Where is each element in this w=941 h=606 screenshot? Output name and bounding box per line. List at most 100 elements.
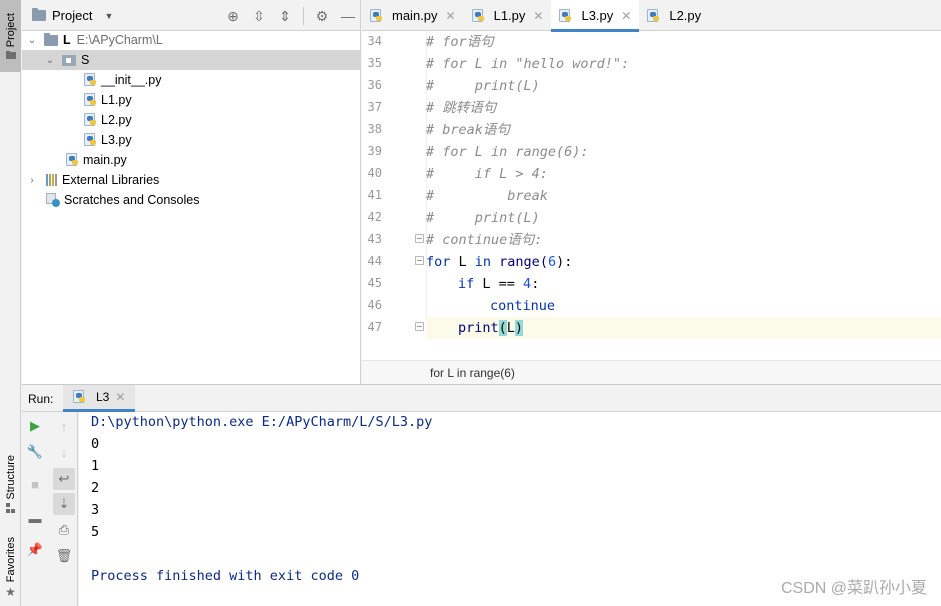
- console-exit-message: Process finished with exit code 0: [91, 568, 360, 584]
- close-icon[interactable]: ✕: [446, 9, 456, 23]
- locate-icon[interactable]: ⊕: [221, 6, 245, 26]
- python-file-icon: [370, 8, 383, 23]
- code-line: # print(L): [426, 78, 540, 94]
- code-token: :: [531, 276, 540, 292]
- tree-item-scratches[interactable]: Scratches and Consoles: [22, 190, 361, 210]
- package-icon: [62, 54, 76, 66]
- code-line: # for L in "hello word!":: [426, 56, 630, 72]
- stop-icon[interactable]: ■: [24, 473, 46, 495]
- python-file-icon: [66, 153, 79, 167]
- code-line: # print(L): [426, 210, 540, 226]
- code-token: continue: [490, 298, 556, 314]
- file-name: L2.py: [101, 113, 132, 127]
- line-number: 37: [367, 100, 382, 114]
- toolbar-divider: [303, 7, 304, 25]
- code-area[interactable]: # for语句 # for L in "hello word!": # prin…: [426, 31, 941, 339]
- console-output-line: 2: [91, 480, 100, 496]
- tree-item-external-libraries[interactable]: › External Libraries: [22, 170, 361, 190]
- arrow-up-icon[interactable]: ↑: [53, 415, 75, 437]
- gear-icon[interactable]: ⚙: [310, 6, 334, 26]
- structure-tab-label: Structure: [4, 455, 17, 500]
- star-icon: ★: [5, 584, 16, 599]
- watermark: CSDN @菜趴孙小夏: [780, 580, 927, 597]
- file-name: L3.py: [101, 133, 132, 147]
- root-folder-path: E:\APyCharm\L: [76, 33, 163, 47]
- close-icon[interactable]: ✕: [621, 9, 631, 23]
- minimize-icon[interactable]: —: [336, 6, 360, 26]
- editor-gutter: 34 35 36 37 38 39 40 41 42 43 44 45 46 4…: [362, 31, 424, 337]
- project-view-selector[interactable]: Project ▼: [32, 8, 113, 23]
- collapse-all-icon[interactable]: ⇕: [273, 6, 297, 26]
- tree-item-folder-s[interactable]: ⌄ S: [22, 50, 361, 70]
- structure-icon: [5, 502, 15, 513]
- close-icon[interactable]: ✕: [533, 9, 543, 23]
- print-icon[interactable]: ⎙: [53, 519, 75, 541]
- console-output-line: 3: [91, 502, 100, 518]
- line-number: 40: [367, 166, 382, 180]
- code-token: in: [474, 254, 492, 270]
- run-toolbar-secondary: ↑ ↓ ↩ ⇣ ⎙ 🗑: [50, 412, 78, 606]
- tab-l3-py[interactable]: L3.py ✕: [551, 0, 640, 32]
- run-console[interactable]: D:\python\python.exe E:/APyCharm/L/S/L3.…: [79, 412, 941, 606]
- fold-marker-icon[interactable]: [415, 234, 424, 243]
- code-line: # break语句: [426, 122, 510, 138]
- code-token: for: [426, 254, 451, 270]
- line-number: 39: [367, 144, 382, 158]
- chevron-down-icon: ⌄: [27, 34, 37, 46]
- chevron-down-icon: ⌄: [45, 54, 55, 66]
- python-file-icon: [647, 8, 660, 23]
- code-line: # continue语句:: [426, 232, 543, 248]
- tab-label: main.py: [392, 8, 438, 23]
- run-tab-l3[interactable]: L3 ✕: [63, 385, 136, 412]
- python-file-icon: [84, 73, 97, 87]
- tool-tab-favorites[interactable]: Favorites ★: [0, 530, 21, 606]
- close-icon[interactable]: ✕: [115, 390, 125, 404]
- trash-icon[interactable]: 🗑: [53, 545, 75, 567]
- fold-marker-icon[interactable]: [415, 322, 424, 331]
- python-file-icon: [73, 390, 86, 404]
- scratches-label: Scratches and Consoles: [64, 193, 200, 207]
- soft-wrap-icon[interactable]: ↩: [53, 468, 75, 490]
- tool-tab-project[interactable]: Project: [0, 0, 21, 72]
- fold-marker-icon[interactable]: [415, 256, 424, 265]
- line-number: 44: [367, 254, 382, 268]
- python-file-icon: [559, 8, 572, 23]
- arrow-down-icon[interactable]: ↓: [53, 441, 75, 463]
- python-file-icon: [84, 133, 97, 147]
- root-folder-name: L: [63, 33, 71, 47]
- code-line: # 跳转语句: [426, 100, 497, 116]
- file-name: __init__.py: [101, 73, 162, 87]
- left-tool-strip: Project Structure Favorites ★: [0, 0, 21, 606]
- rerun-icon[interactable]: ▶: [24, 415, 46, 437]
- run-label: Run:: [28, 392, 54, 406]
- scroll-to-end-icon[interactable]: ⇣: [53, 493, 75, 515]
- code-token: L ==: [474, 276, 524, 292]
- scratches-icon: [46, 193, 60, 207]
- tab-l2-py[interactable]: L2.py: [639, 0, 709, 31]
- code-token: ): [514, 320, 524, 336]
- file-name: L1.py: [101, 93, 132, 107]
- tab-l1-py[interactable]: L1.py ✕: [464, 0, 552, 31]
- tree-item-file[interactable]: __init__.py: [22, 70, 361, 90]
- line-number: 47: [367, 320, 382, 334]
- console-output-line: 0: [91, 436, 100, 452]
- tool-tab-structure[interactable]: Structure: [0, 448, 21, 520]
- expand-all-icon[interactable]: ⇳: [247, 6, 271, 26]
- breadcrumb[interactable]: for L in range(6): [362, 360, 941, 384]
- console-command: D:\python\python.exe E:/APyCharm/L/S/L3.…: [91, 414, 433, 430]
- line-number: 35: [367, 56, 382, 70]
- line-number: 45: [367, 276, 382, 290]
- tree-item-file[interactable]: L1.py: [22, 90, 361, 110]
- layout-icon[interactable]: ▬: [24, 507, 46, 529]
- tree-item-file[interactable]: L2.py: [22, 110, 361, 130]
- run-panel-header: Run: L3 ✕: [22, 384, 941, 412]
- tab-main-py[interactable]: main.py ✕: [362, 0, 464, 31]
- pin-icon[interactable]: 📌: [24, 539, 46, 561]
- tree-item-file[interactable]: L3.py: [22, 130, 361, 150]
- run-toolbar-primary: ▶ 🔧 ■ ▬ 📌: [22, 412, 49, 606]
- wrench-icon[interactable]: 🔧: [24, 441, 46, 463]
- code-token: if: [458, 276, 475, 292]
- code-line: # for语句: [426, 34, 494, 50]
- tree-item-main[interactable]: main.py: [22, 150, 361, 170]
- tree-item-root[interactable]: ⌄ L E:\APyCharm\L: [22, 30, 361, 50]
